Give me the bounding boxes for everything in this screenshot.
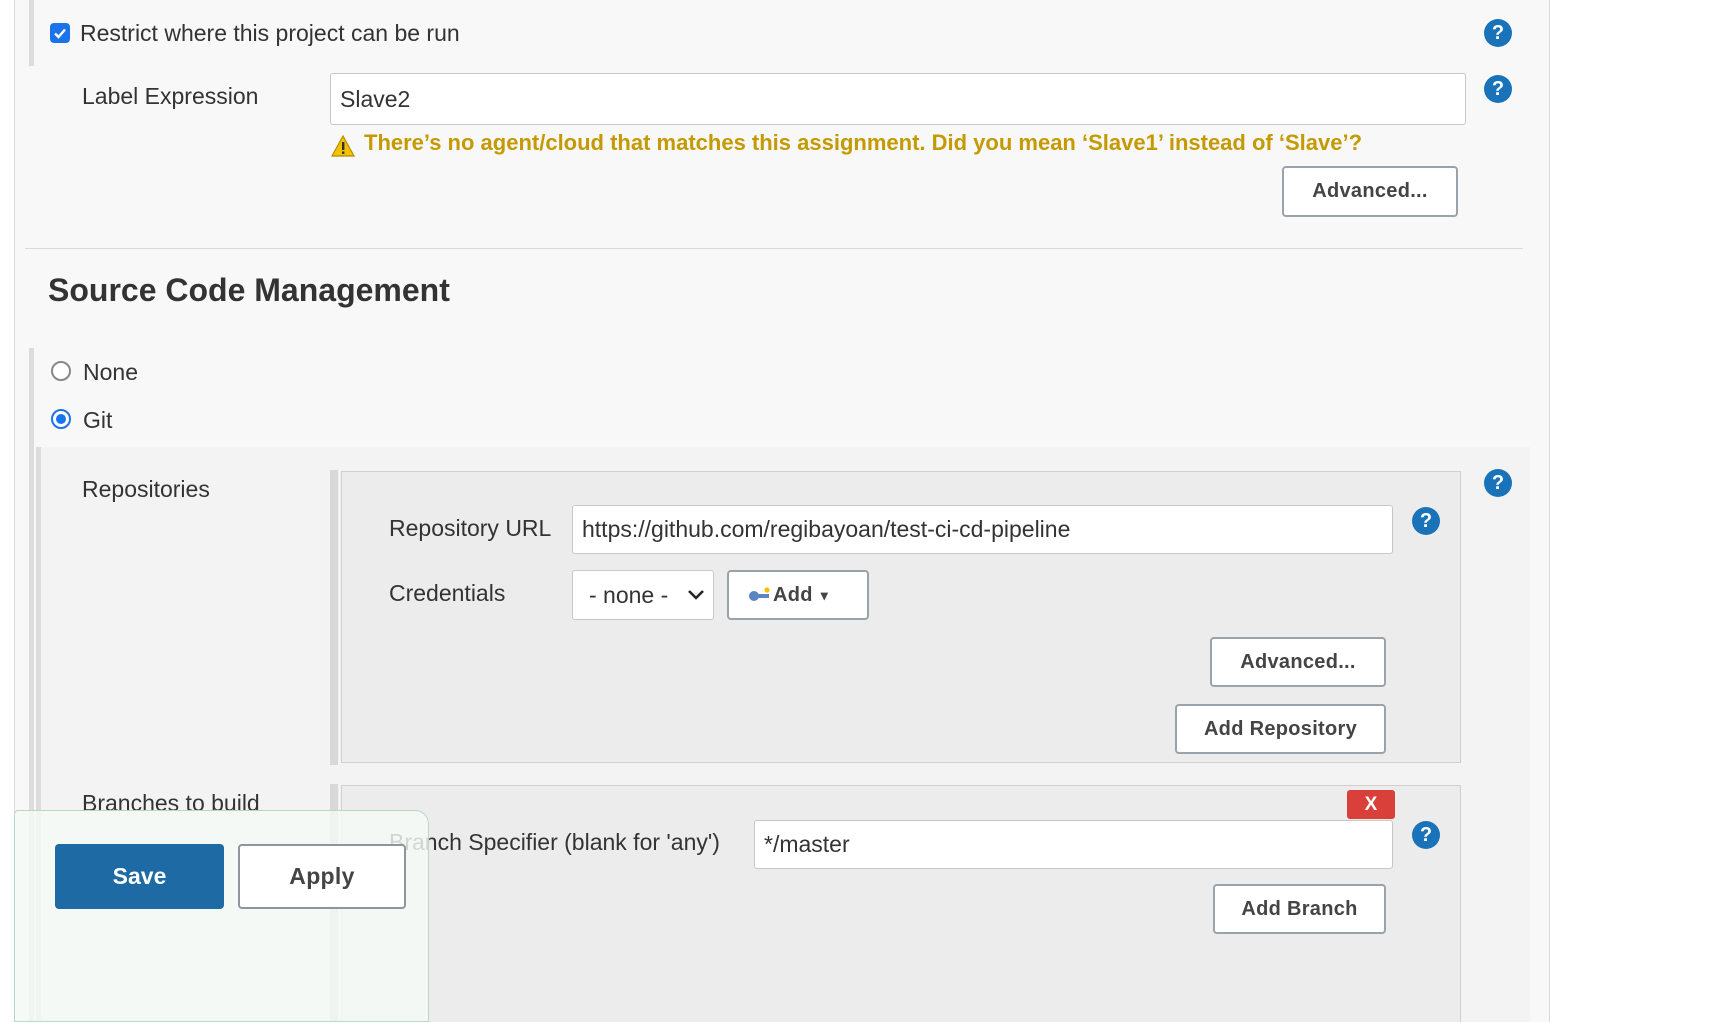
help-icon[interactable]: ? (1412, 821, 1440, 849)
help-icon[interactable]: ? (1412, 507, 1440, 535)
add-credentials-button[interactable]: Add ▾ (727, 570, 869, 620)
caret-down-icon: ▾ (820, 586, 829, 603)
help-icon[interactable]: ? (1484, 469, 1512, 497)
label-expression-label: Label Expression (82, 83, 259, 109)
check-icon (54, 28, 66, 39)
restrict-checkbox[interactable] (50, 23, 70, 43)
help-icon[interactable]: ? (1484, 19, 1512, 47)
repositories-label: Repositories (82, 476, 210, 502)
add-branch-button[interactable]: Add Branch (1213, 884, 1386, 934)
label-expression-input[interactable]: Slave2 (330, 73, 1466, 125)
warning-message: There’s no agent/cloud that matches this… (364, 130, 1363, 155)
radio-none[interactable] (51, 361, 71, 381)
repo-url-input[interactable]: https://github.com/regibayoan/test-ci-cd… (572, 505, 1393, 554)
credentials-select[interactable]: - none - (572, 570, 714, 620)
apply-button[interactable]: Apply (238, 844, 406, 909)
scm-heading: Source Code Management (48, 272, 450, 308)
radio-git-label[interactable]: Git (83, 407, 112, 434)
save-button[interactable]: Save (55, 844, 224, 909)
radio-none-label[interactable]: None (83, 359, 138, 386)
repo-advanced-button[interactable]: Advanced... (1210, 637, 1386, 687)
restrict-label: Restrict where this project can be run (80, 20, 460, 46)
section-divider (25, 248, 1523, 249)
add-repository-button[interactable]: Add Repository (1175, 704, 1386, 754)
repo-url-label: Repository URL (389, 515, 552, 541)
repository-bar (330, 470, 338, 765)
radio-git[interactable] (51, 409, 71, 429)
warning-icon (331, 135, 355, 157)
key-icon (749, 587, 770, 601)
section-bar (29, 0, 34, 66)
help-icon[interactable]: ? (1484, 75, 1512, 103)
advanced-button[interactable]: Advanced... (1282, 166, 1458, 217)
branch-specifier-input[interactable]: */master (754, 820, 1393, 869)
chevron-down-icon (688, 590, 704, 600)
branch-specifier-label: Branch Specifier (blank for 'any') (389, 829, 720, 855)
bottom-sticker: Save Apply (14, 810, 429, 1022)
credentials-label: Credentials (389, 580, 506, 606)
delete-branch-button[interactable]: X (1347, 790, 1395, 819)
